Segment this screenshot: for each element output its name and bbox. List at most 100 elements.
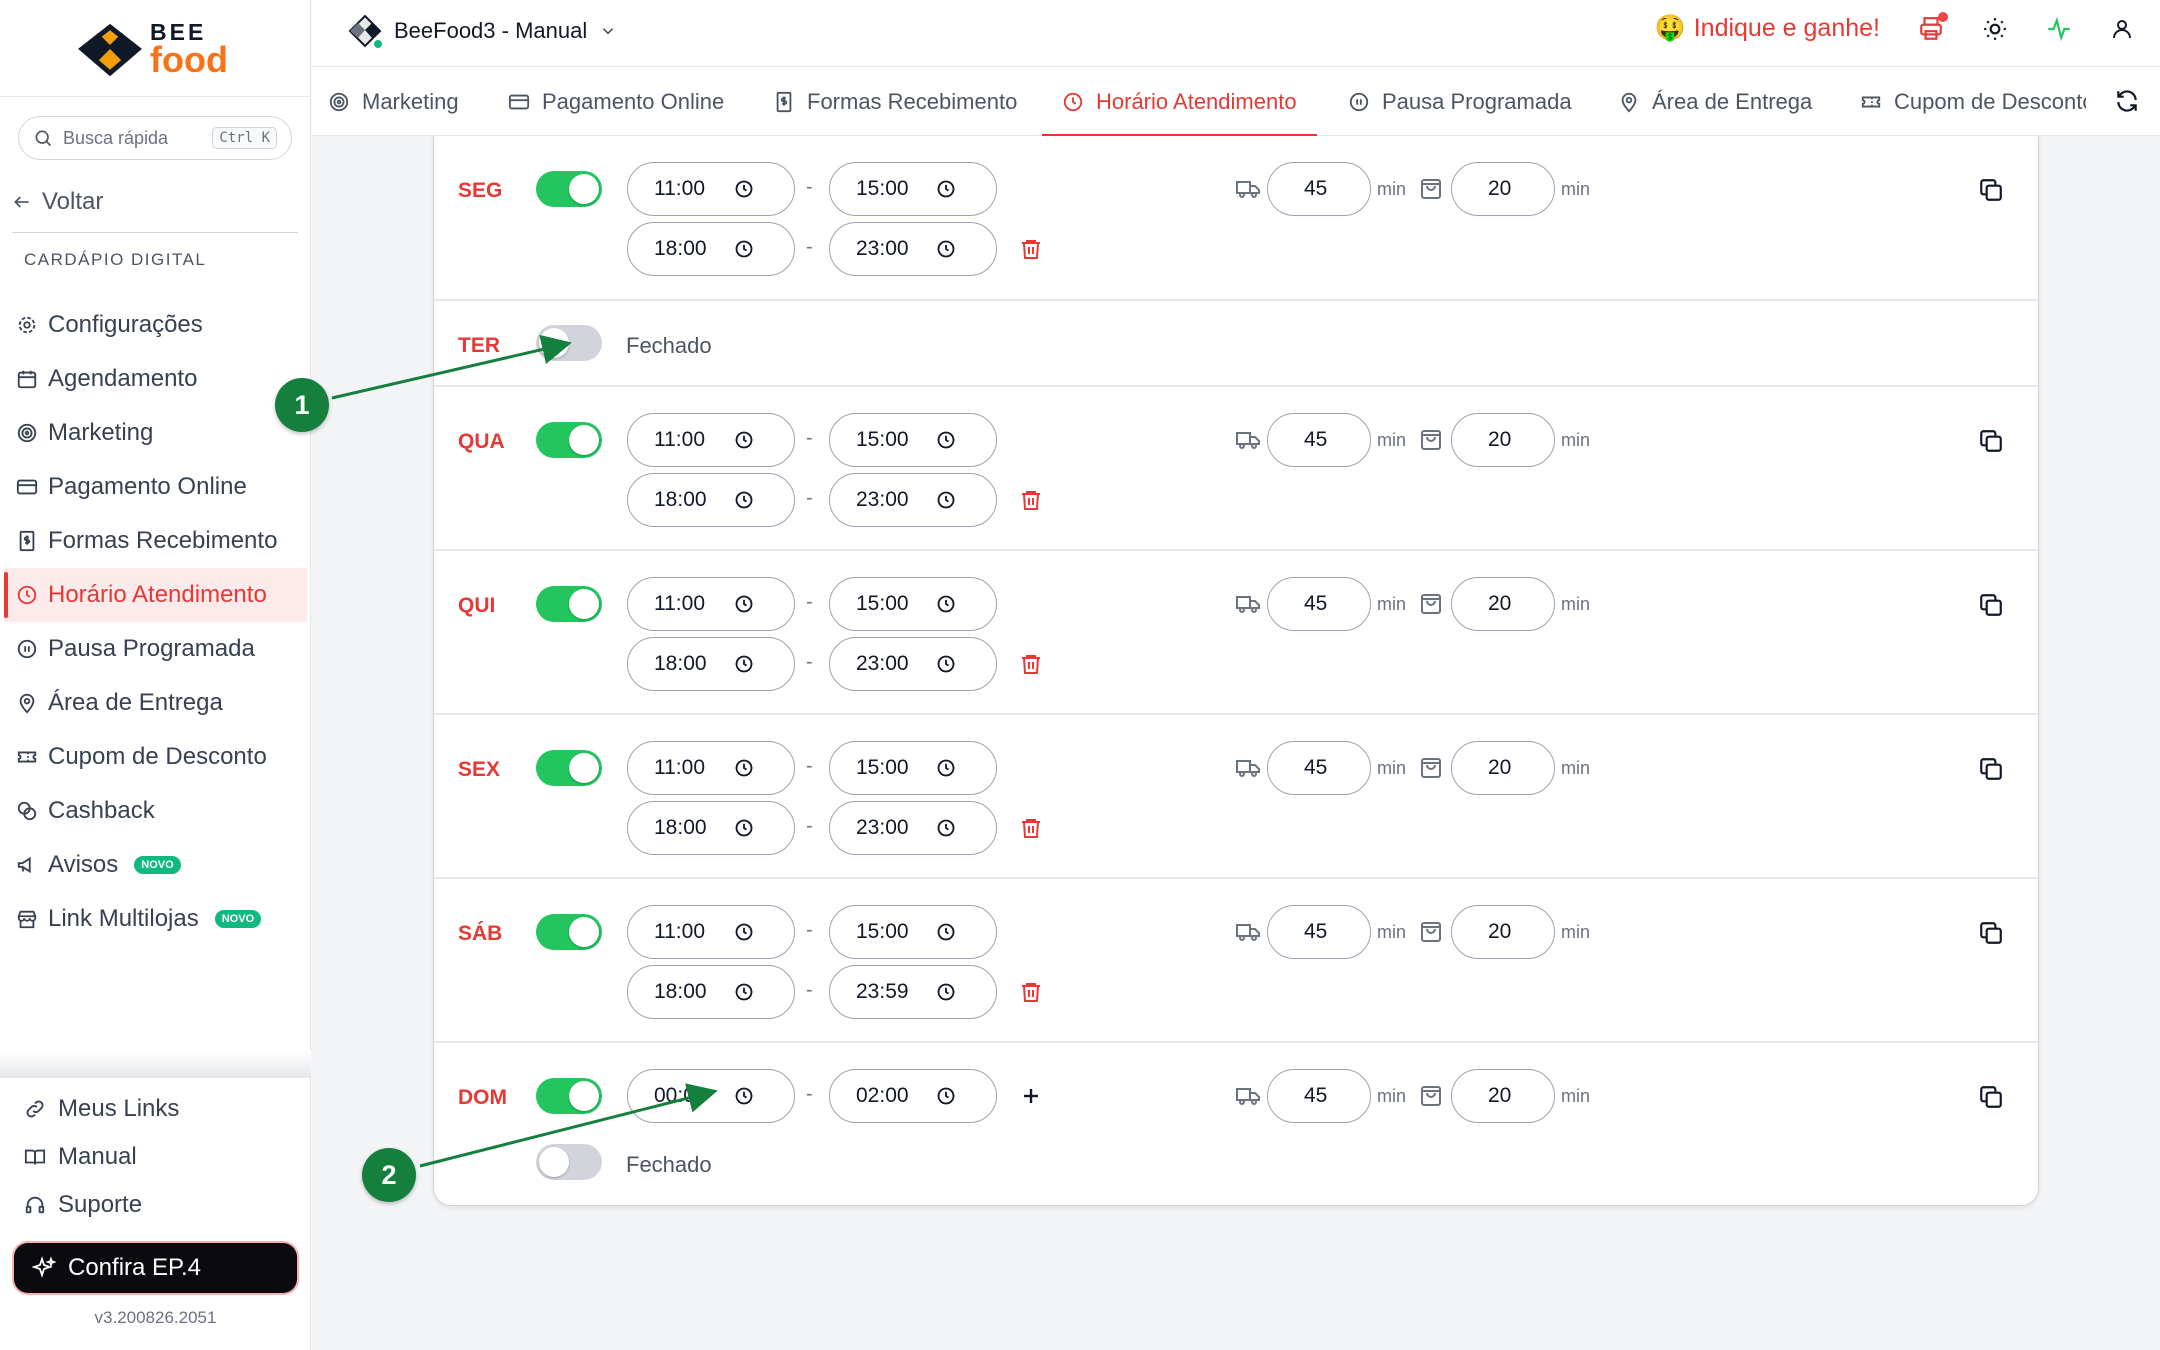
store-icon — [17, 910, 37, 929]
tab-pagamento-online[interactable]: Pagamento Online — [508, 67, 724, 136]
day-open-toggle[interactable] — [536, 586, 602, 622]
clock-icon — [735, 1087, 753, 1105]
pickup-bag-icon — [1421, 594, 1441, 614]
sidebar-item-pausa-programada[interactable]: Pausa Programada — [4, 622, 307, 676]
annotation-marker-1: 1 — [275, 378, 329, 432]
slot-1-close-time[interactable]: 15:00 — [829, 905, 997, 959]
refresh-icon — [2117, 90, 2137, 112]
slot-2-close-time[interactable]: 23:00 — [829, 637, 997, 691]
copy-icon[interactable] — [1978, 177, 2004, 203]
tab-label: Cupom de Desconto — [1894, 88, 2086, 114]
confira-ep-button[interactable]: Confira EP.4 — [14, 1243, 297, 1293]
copy-icon[interactable] — [1978, 920, 2004, 946]
slot-1-close-time[interactable]: 15:00 — [829, 413, 997, 467]
day-label: SEX — [458, 758, 501, 781]
tab-horario-atendimento[interactable]: Horário Atendimento — [1042, 67, 1317, 137]
sidebar-item-label: Configurações — [48, 311, 203, 338]
slot-2-open-time[interactable]: 18:00 — [627, 473, 795, 527]
sidebar-item-cashback[interactable]: Cashback — [4, 784, 307, 838]
pickup-time-input[interactable]: 20 — [1451, 413, 1555, 467]
pickup-time-input[interactable]: 20 — [1451, 577, 1555, 631]
day-open-toggle[interactable] — [536, 422, 602, 458]
theme-toggle-button[interactable] — [1982, 16, 2008, 42]
day-open-toggle[interactable] — [536, 171, 602, 207]
slot-1-close-time[interactable]: 15:00 — [829, 741, 997, 795]
beefood-logo[interactable]: BEE food — [78, 18, 228, 80]
copy-icon[interactable] — [1978, 756, 2004, 782]
referral-link[interactable]: 🤑 Indique e ganhe! — [1655, 14, 1880, 43]
sun-icon — [1984, 17, 2006, 40]
sidebar-item-link-multilojas[interactable]: Link Multilojas NOVO — [4, 892, 307, 946]
slot-1-close-time[interactable]: 02:00 — [829, 1069, 997, 1123]
sidebar-item-suporte[interactable]: Suporte — [16, 1181, 179, 1229]
delivery-time-input[interactable]: 45 — [1267, 413, 1371, 467]
tab-pausa-programada[interactable]: Pausa Programada — [1348, 67, 1572, 136]
slot-2-close-time[interactable]: 23:00 — [829, 801, 997, 855]
slot-2-open-time[interactable]: 18:00 — [627, 222, 795, 276]
back-link[interactable]: Voltar — [12, 188, 103, 216]
refresh-button[interactable] — [2114, 88, 2140, 114]
delete-slot-icon[interactable] — [1019, 652, 1043, 676]
day-open-toggle[interactable] — [536, 325, 602, 361]
sidebar-item-horario-atendimento[interactable]: Horário Atendimento — [4, 568, 307, 622]
pickup-time-input[interactable]: 20 — [1451, 162, 1555, 216]
slot-1-open-time[interactable]: 11:00 — [627, 162, 795, 216]
pickup-time-input[interactable]: 20 — [1451, 741, 1555, 795]
delivery-time-input[interactable]: 45 — [1267, 162, 1371, 216]
slot-1-open-time[interactable]: 11:00 — [627, 905, 795, 959]
delivery-time-input[interactable]: 45 — [1267, 577, 1371, 631]
copy-icon[interactable] — [1978, 428, 2004, 454]
pickup-time-input[interactable]: 20 — [1451, 1069, 1555, 1123]
delete-slot-icon[interactable] — [1019, 980, 1043, 1004]
quick-search[interactable]: Busca rápida Ctrl K — [18, 116, 292, 160]
slot-1-close-time[interactable]: 15:00 — [829, 162, 997, 216]
slot-2-close-time[interactable]: 23:00 — [829, 473, 997, 527]
user-button[interactable] — [2110, 17, 2134, 41]
slot-1-open-time[interactable]: 11:00 — [627, 741, 795, 795]
slot-2-close-time[interactable]: 23:59 — [829, 965, 997, 1019]
slot-2-open-time[interactable]: 18:00 — [627, 965, 795, 1019]
copy-icon[interactable] — [1978, 1084, 2004, 1110]
tab-area-de-entrega[interactable]: Área de Entrega — [1618, 67, 1812, 136]
sidebar-item-marketing[interactable]: Marketing — [4, 406, 307, 460]
sidebar-item-meus-links[interactable]: Meus Links — [16, 1085, 179, 1133]
sidebar-item-pagamento-online[interactable]: Pagamento Online — [4, 460, 307, 514]
tab-marketing[interactable]: Marketing — [328, 67, 459, 136]
slot-1-close-time[interactable]: 15:00 — [829, 577, 997, 631]
slot-1-open-time[interactable]: 00:00 — [627, 1069, 795, 1123]
tab-cupom-de-desconto[interactable]: Cupom de Desconto — [1860, 67, 2086, 136]
add-slot-icon[interactable] — [1019, 1084, 1043, 1108]
delete-slot-icon[interactable] — [1019, 488, 1043, 512]
sidebar-item-formas-recebimento[interactable]: Formas Recebimento — [4, 514, 307, 568]
sidebar-item-label: Avisos — [48, 851, 119, 878]
sidebar-item-area-de-entrega[interactable]: Área de Entrega — [4, 676, 307, 730]
delete-slot-icon[interactable] — [1019, 237, 1043, 261]
day-open-toggle[interactable] — [536, 1078, 602, 1114]
delivery-time-input[interactable]: 45 — [1267, 741, 1371, 795]
second-slot-toggle[interactable] — [536, 1144, 602, 1180]
delete-slot-icon[interactable] — [1019, 816, 1043, 840]
day-open-toggle[interactable] — [536, 750, 602, 786]
slot-2-close-time[interactable]: 23:00 — [829, 222, 997, 276]
printer-button[interactable] — [1918, 11, 1948, 42]
copy-icon[interactable] — [1978, 592, 2004, 618]
clock-icon — [735, 923, 753, 941]
sidebar-item-configuracoes[interactable]: Configurações — [4, 298, 307, 352]
activity-button[interactable] — [2046, 16, 2072, 42]
pickup-time-input[interactable]: 20 — [1451, 905, 1555, 959]
sidebar-item-label: Marketing — [48, 419, 154, 446]
clock-icon — [735, 431, 753, 449]
slot-1-open-time[interactable]: 11:00 — [627, 577, 795, 631]
sidebar-item-avisos[interactable]: Avisos NOVO — [4, 838, 307, 892]
tab-formas-recebimento[interactable]: Formas Recebimento — [773, 67, 1017, 136]
delivery-time-input[interactable]: 45 — [1267, 1069, 1371, 1123]
delivery-time-input[interactable]: 45 — [1267, 905, 1371, 959]
sidebar-item-manual[interactable]: Manual — [16, 1133, 179, 1181]
day-open-toggle[interactable] — [536, 914, 602, 950]
store-selector[interactable]: BeeFood3 - Manual — [348, 14, 617, 50]
sidebar-item-cupom-de-desconto[interactable]: Cupom de Desconto — [4, 730, 307, 784]
slot-2-open-time[interactable]: 18:00 — [627, 801, 795, 855]
slot-2-open-time[interactable]: 18:00 — [627, 637, 795, 691]
sidebar-item-agendamento[interactable]: Agendamento — [4, 352, 307, 406]
slot-1-open-time[interactable]: 11:00 — [627, 413, 795, 467]
